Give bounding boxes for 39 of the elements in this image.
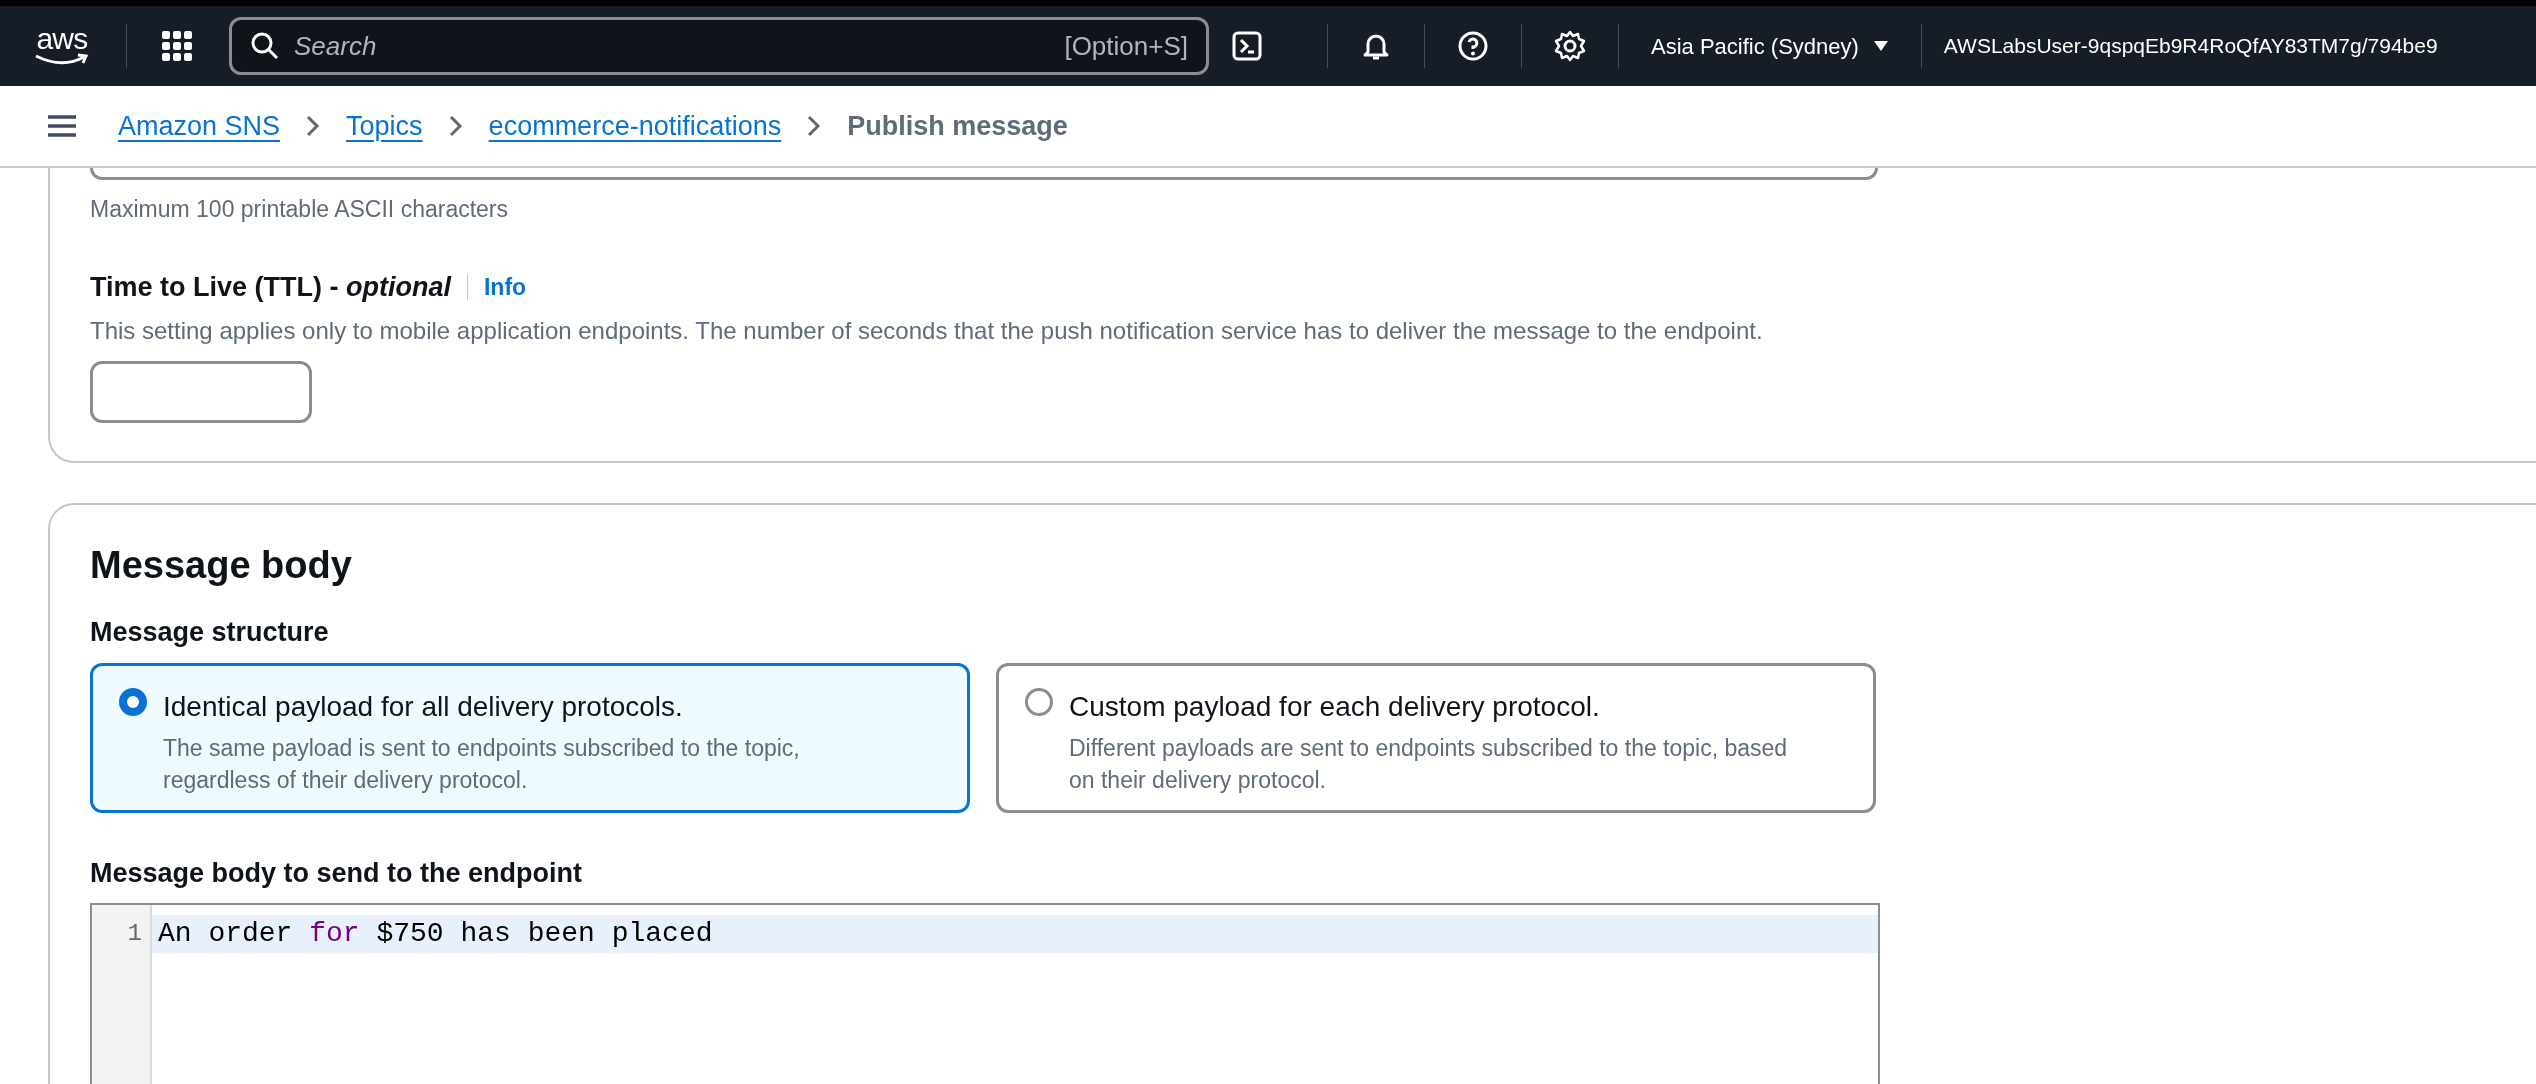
radio-button[interactable] [119,687,147,716]
ttl-input[interactable] [90,361,312,423]
chevron-icon [807,115,822,137]
field-label: Time to Live (TTL) - optional [90,270,451,304]
breadcrumb-link[interactable]: ecommerce-notifications [488,105,782,147]
radio-tile[interactable]: Custom payload for each delivery protocol. Different payloads are sent to endpoints subscribed to the topic, based on their delivery protocol. [996,662,1876,813]
shortcut-hint: [Option+S] [1064,29,1188,63]
option-description: Different payloads are sent to endpoints subscribed to the topic, based on their delivery protocol. [1069,733,1789,795]
field-hint: Maximum 100 printable ASCII characters [90,195,509,224]
cloudshell-icon[interactable] [1231,30,1263,62]
chevron-icon [448,115,463,137]
text-field[interactable] [90,168,1878,180]
code-editor[interactable]: 1 An order for $750 has been placed [90,903,1880,1084]
search-input[interactable]: Search [294,26,1051,66]
line-number: 1 [126,919,143,949]
option-description: The same payload is sent to endpoints subscribed to the topic, regardless of their delivery protocol. [163,733,801,795]
radio-tile[interactable]: Identical payload for all delivery protocols. The same payload is sent to endpoints subscribed to the topic, regardless of their delivery protocol. [90,662,970,813]
menu-icon[interactable] [48,114,76,138]
app-grid-icon[interactable] [161,30,193,62]
account-menu[interactable]: AWSLabsUser-9qspqEb9R4RoQfAY83TM7g/794be9 [1943,30,2438,62]
caret-icon [1872,40,1889,52]
settings-icon[interactable] [1554,30,1586,62]
field-label: Message body to send to the endpoint [90,856,584,890]
chevron-icon [306,115,321,137]
section-title: Message body [90,543,353,588]
field-label: Message structure [90,616,330,649]
search-bar[interactable]: Search [Option+S] [229,17,1209,75]
help-icon[interactable] [1457,30,1489,62]
breadcrumb-current: Publish message [847,109,1068,143]
aws-logo[interactable]: aws [30,25,94,67]
search-icon [250,31,280,61]
radio-button[interactable] [1025,687,1053,716]
field-description: This setting applies only to mobile application endpoints. The number of seconds that the push notification service has to deliver the message to the endpoint. [90,316,1764,346]
region-selector[interactable]: Asia Pacific (Sydney) [1651,29,1889,63]
info-link[interactable]: Info [484,269,527,304]
breadcrumb-link[interactable]: Topics [346,105,423,147]
option-title: Custom payload for each delivery protocol. [1069,689,1601,724]
option-title: Identical payload for all delivery protocols. [163,689,684,724]
breadcrumb-link[interactable]: Amazon SNS [118,105,281,147]
